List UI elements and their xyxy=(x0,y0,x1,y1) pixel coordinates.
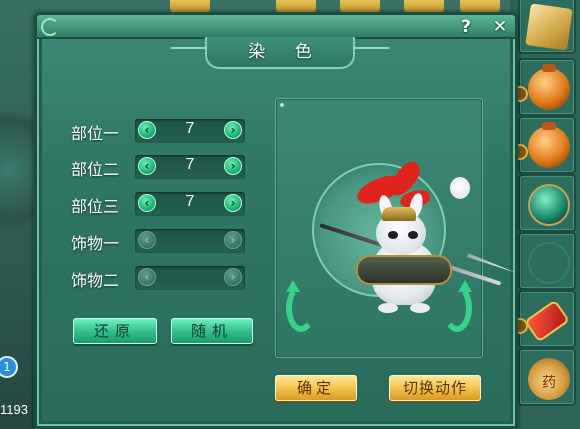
rabbit-foot xyxy=(378,303,398,313)
armor-icon xyxy=(356,255,452,285)
pot-item-icon xyxy=(528,64,570,110)
part-row: 饰物二 ‹ › xyxy=(71,266,247,290)
corner-swirl-icon xyxy=(41,18,59,36)
switch-action-button[interactable]: 切换动作 xyxy=(389,375,481,401)
character-preview xyxy=(275,98,483,358)
restore-button[interactable]: 还原 xyxy=(73,318,157,344)
part-stepper: ‹ › xyxy=(135,266,245,290)
part-stepper: ‹ 7 › xyxy=(135,155,245,179)
bag-label: 药 xyxy=(542,375,556,391)
confirm-button[interactable]: 确定 xyxy=(275,375,357,401)
inventory-slot[interactable] xyxy=(518,232,576,290)
inventory-column: 药 xyxy=(512,0,580,429)
stepper-value: 7 xyxy=(185,156,195,173)
inventory-slot[interactable]: 药 xyxy=(518,348,576,406)
close-button[interactable]: ✕ xyxy=(489,17,511,37)
corner-dot-icon xyxy=(280,103,284,107)
inventory-slot[interactable] xyxy=(518,58,576,116)
dye-dialog: ? ✕ 染 色 部位一 ‹ 7 › 部位二 ‹ 7 › 部位三 ‹ 7 › 饰物… xyxy=(34,12,518,429)
help-button[interactable]: ? xyxy=(455,17,477,37)
notification-badge[interactable]: 1 xyxy=(0,356,18,378)
part-row: 部位一 ‹ 7 › xyxy=(71,119,247,143)
random-button[interactable]: 随机 xyxy=(171,318,253,344)
chevron-right-icon[interactable]: › xyxy=(224,268,242,286)
rotate-left-icon[interactable] xyxy=(286,280,316,332)
edge-number-text: 1193 xyxy=(0,402,28,417)
gold-paper-item-icon xyxy=(525,3,573,51)
inventory-slot[interactable] xyxy=(518,0,576,54)
dialog-title: 染 色 xyxy=(171,37,389,69)
inventory-slot[interactable] xyxy=(518,290,576,348)
part-row: 部位二 ‹ 7 › xyxy=(71,155,247,179)
stepper-value: 7 xyxy=(185,193,195,210)
part-stepper: ‹ 7 › xyxy=(135,192,245,216)
chevron-right-icon[interactable]: › xyxy=(224,121,242,139)
chevron-left-icon[interactable]: ‹ xyxy=(138,121,156,139)
stepper-value: 7 xyxy=(185,120,195,137)
red-charm-item-icon xyxy=(523,299,571,343)
part-row: 饰物一 ‹ › xyxy=(71,229,247,253)
chevron-right-icon[interactable]: › xyxy=(224,231,242,249)
medicine-bag-item-icon: 药 xyxy=(528,358,570,400)
empty-slot-icon xyxy=(528,242,570,284)
part-stepper: ‹ › xyxy=(135,229,245,253)
rabbit-eye xyxy=(408,231,418,239)
chevron-left-icon[interactable]: ‹ xyxy=(138,268,156,286)
rabbit-foot xyxy=(410,303,430,313)
dialog-titlebar[interactable]: ? ✕ xyxy=(37,15,515,39)
orb-item-icon xyxy=(528,184,570,226)
part-label: 部位三 xyxy=(71,197,120,216)
part-stepper: ‹ 7 › xyxy=(135,119,245,143)
part-row: 部位三 ‹ 7 › xyxy=(71,192,247,216)
part-label: 饰物二 xyxy=(71,271,120,290)
helmet-icon xyxy=(382,207,416,221)
chevron-left-icon[interactable]: ‹ xyxy=(138,231,156,249)
chevron-right-icon[interactable]: › xyxy=(224,194,242,212)
inventory-slot[interactable] xyxy=(518,174,576,232)
rotate-right-icon[interactable] xyxy=(442,280,472,332)
chevron-left-icon[interactable]: ‹ xyxy=(138,194,156,212)
part-label: 部位一 xyxy=(71,124,120,143)
chevron-left-icon[interactable]: ‹ xyxy=(138,157,156,175)
part-label: 饰物一 xyxy=(71,234,120,253)
part-label: 部位二 xyxy=(71,160,120,179)
pot-item-icon xyxy=(528,122,570,168)
rabbit-eye xyxy=(388,231,398,239)
chevron-right-icon[interactable]: › xyxy=(224,157,242,175)
dragon-decoration xyxy=(0,90,38,250)
inventory-slot[interactable] xyxy=(518,116,576,174)
mini-rabbit-icon xyxy=(450,177,470,199)
